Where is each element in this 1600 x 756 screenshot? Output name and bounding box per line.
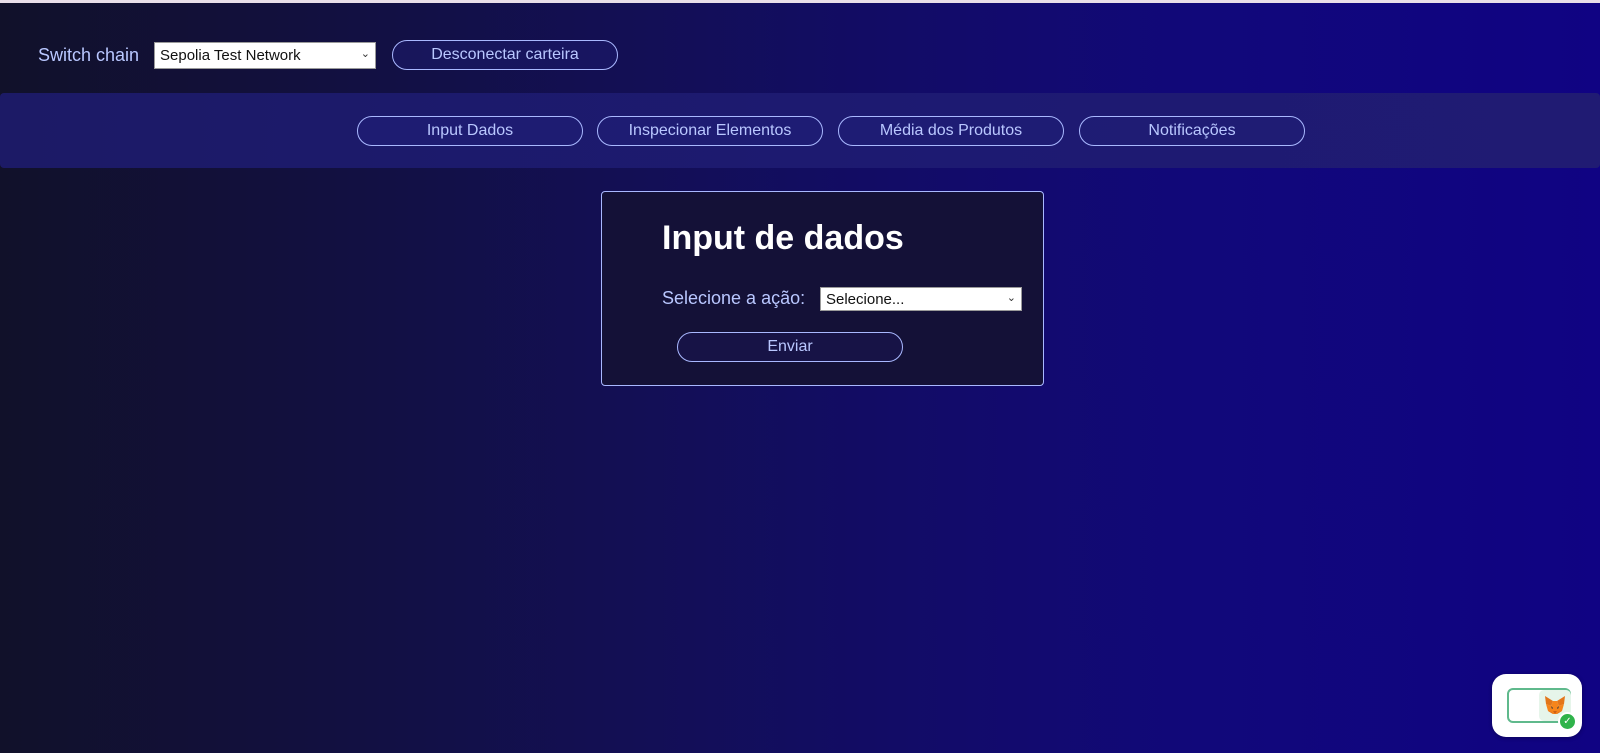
disconnect-wallet-button[interactable]: Desconectar carteira bbox=[392, 40, 618, 70]
input-data-card: Input de dados Selecione a ação: Selecio… bbox=[601, 191, 1044, 386]
check-icon: ✓ bbox=[1558, 712, 1577, 731]
action-label: Selecione a ação: bbox=[662, 288, 806, 308]
switch-chain-label: Switch chain bbox=[38, 45, 140, 65]
nav-item-media-produtos[interactable]: Média dos Produtos bbox=[838, 116, 1064, 146]
chevron-down-icon: ⌄ bbox=[1006, 292, 1016, 304]
nav-item-inspecionar-elementos[interactable]: Inspecionar Elementos bbox=[597, 116, 823, 146]
top-bar: Switch chain Sepolia Test Network ⌄ Desc… bbox=[0, 38, 1600, 72]
action-select[interactable]: Selecione... ⌄ bbox=[820, 287, 1022, 311]
window-top-border bbox=[0, 0, 1600, 3]
submit-button[interactable]: Enviar bbox=[677, 332, 903, 362]
nav-item-notificacoes[interactable]: Notificações bbox=[1079, 116, 1305, 146]
page-title: Input de dados bbox=[662, 219, 904, 257]
nav-item-input-dados[interactable]: Input Dados bbox=[357, 116, 583, 146]
wallet-widget[interactable]: ✓ bbox=[1492, 674, 1582, 737]
chain-select[interactable]: Sepolia Test Network ⌄ bbox=[154, 42, 376, 69]
chain-select-value: Sepolia Test Network bbox=[160, 47, 301, 64]
action-select-value: Selecione... bbox=[826, 291, 905, 308]
nav-bar: Input Dados Inspecionar Elementos Média … bbox=[0, 93, 1600, 168]
chevron-down-icon: ⌄ bbox=[360, 48, 370, 60]
